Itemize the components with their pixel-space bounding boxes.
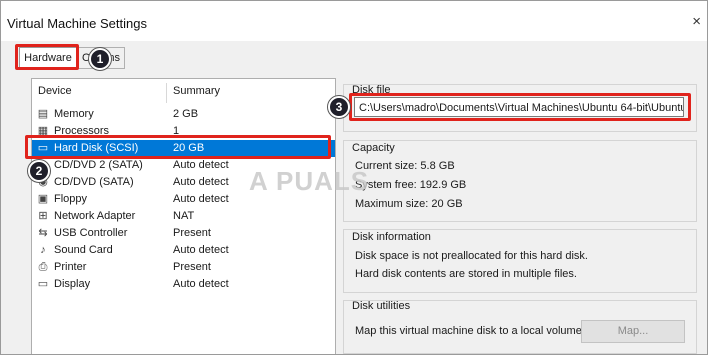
device-summary: 2 GB [173, 108, 199, 120]
watermark-logo: A PUALS [249, 166, 370, 196]
device-summary: Auto detect [173, 159, 229, 171]
close-icon[interactable]: × [692, 13, 701, 30]
device-summary: Present [173, 261, 211, 273]
annotation-box-hard-disk [25, 135, 331, 159]
annotation-badge-2: 2 [28, 160, 50, 182]
floppy-icon: ▣ [37, 193, 49, 205]
map-button[interactable]: Map... [581, 320, 685, 343]
disk-information-label: Disk information [352, 231, 431, 243]
annotation-badge-3: 3 [328, 96, 350, 118]
window-title: Virtual Machine Settings [7, 16, 147, 31]
network-adapter-icon: ⊞ [38, 210, 48, 222]
device-summary: Present [173, 227, 211, 239]
device-name: Floppy [54, 193, 88, 205]
capacity-group: Capacity Current size: 5.8 GB System fre… [343, 140, 697, 222]
annotation-box-disk-file [349, 93, 691, 121]
maximum-size-text: Maximum size: 20 GB [355, 198, 463, 210]
device-row[interactable]: ⎙ Printer Present [32, 259, 335, 276]
title-bar: Virtual Machine Settings × [1, 1, 707, 41]
device-name: CD/DVD 2 (SATA) [54, 159, 143, 171]
disk-utilities-description: Map this virtual machine disk to a local… [355, 325, 585, 337]
device-name: Sound Card [54, 244, 113, 256]
device-summary: Auto detect [173, 278, 229, 290]
device-summary: Auto detect [173, 193, 229, 205]
device-row[interactable]: ♪ Sound Card Auto detect [32, 242, 335, 259]
device-column-header[interactable]: Device [38, 85, 72, 97]
device-name: Memory [54, 108, 94, 120]
display-icon: ▭ [37, 278, 49, 290]
usb-controller-icon: ⇆ [38, 227, 48, 239]
vm-settings-window: Virtual Machine Settings × Hardware Opti… [0, 0, 708, 355]
current-size-text: Current size: 5.8 GB [355, 160, 455, 172]
disk-info-line-1: Disk space is not preallocated for this … [355, 250, 588, 262]
device-row[interactable]: ▭ Display Auto detect [32, 276, 335, 293]
disk-utilities-label: Disk utilities [352, 300, 411, 312]
memory-icon: ▤ [37, 108, 49, 120]
device-name: CD/DVD (SATA) [54, 176, 134, 188]
device-name: USB Controller [54, 227, 128, 239]
device-row[interactable]: ⊞ Network Adapter NAT [32, 208, 335, 225]
device-summary: NAT [173, 210, 195, 222]
column-divider [166, 83, 167, 103]
device-summary: Auto detect [173, 244, 229, 256]
device-row[interactable]: ▤ Memory 2 GB [32, 106, 335, 123]
printer-icon: ⎙ [38, 261, 48, 273]
device-list: Device Summary ▤ Memory 2 GB ▦ Processors 1 ▭ H… [31, 78, 336, 354]
device-name: Network Adapter [54, 210, 136, 222]
device-row[interactable]: ⇆ USB Controller Present [32, 225, 335, 242]
disk-info-line-2: Hard disk contents are stored in multipl… [355, 268, 577, 280]
sound-card-icon: ♪ [40, 244, 46, 256]
annotation-box-hardware-tab [15, 44, 79, 70]
summary-column-header[interactable]: Summary [173, 85, 220, 97]
capacity-label: Capacity [352, 142, 395, 154]
system-free-text: System free: 192.9 GB [355, 179, 467, 191]
device-name: Display [54, 278, 91, 290]
annotation-badge-1: 1 [89, 48, 111, 70]
disk-information-group: Disk information Disk space is not preal… [343, 229, 697, 293]
device-summary: Auto detect [173, 176, 229, 188]
device-name: Printer [54, 261, 87, 273]
